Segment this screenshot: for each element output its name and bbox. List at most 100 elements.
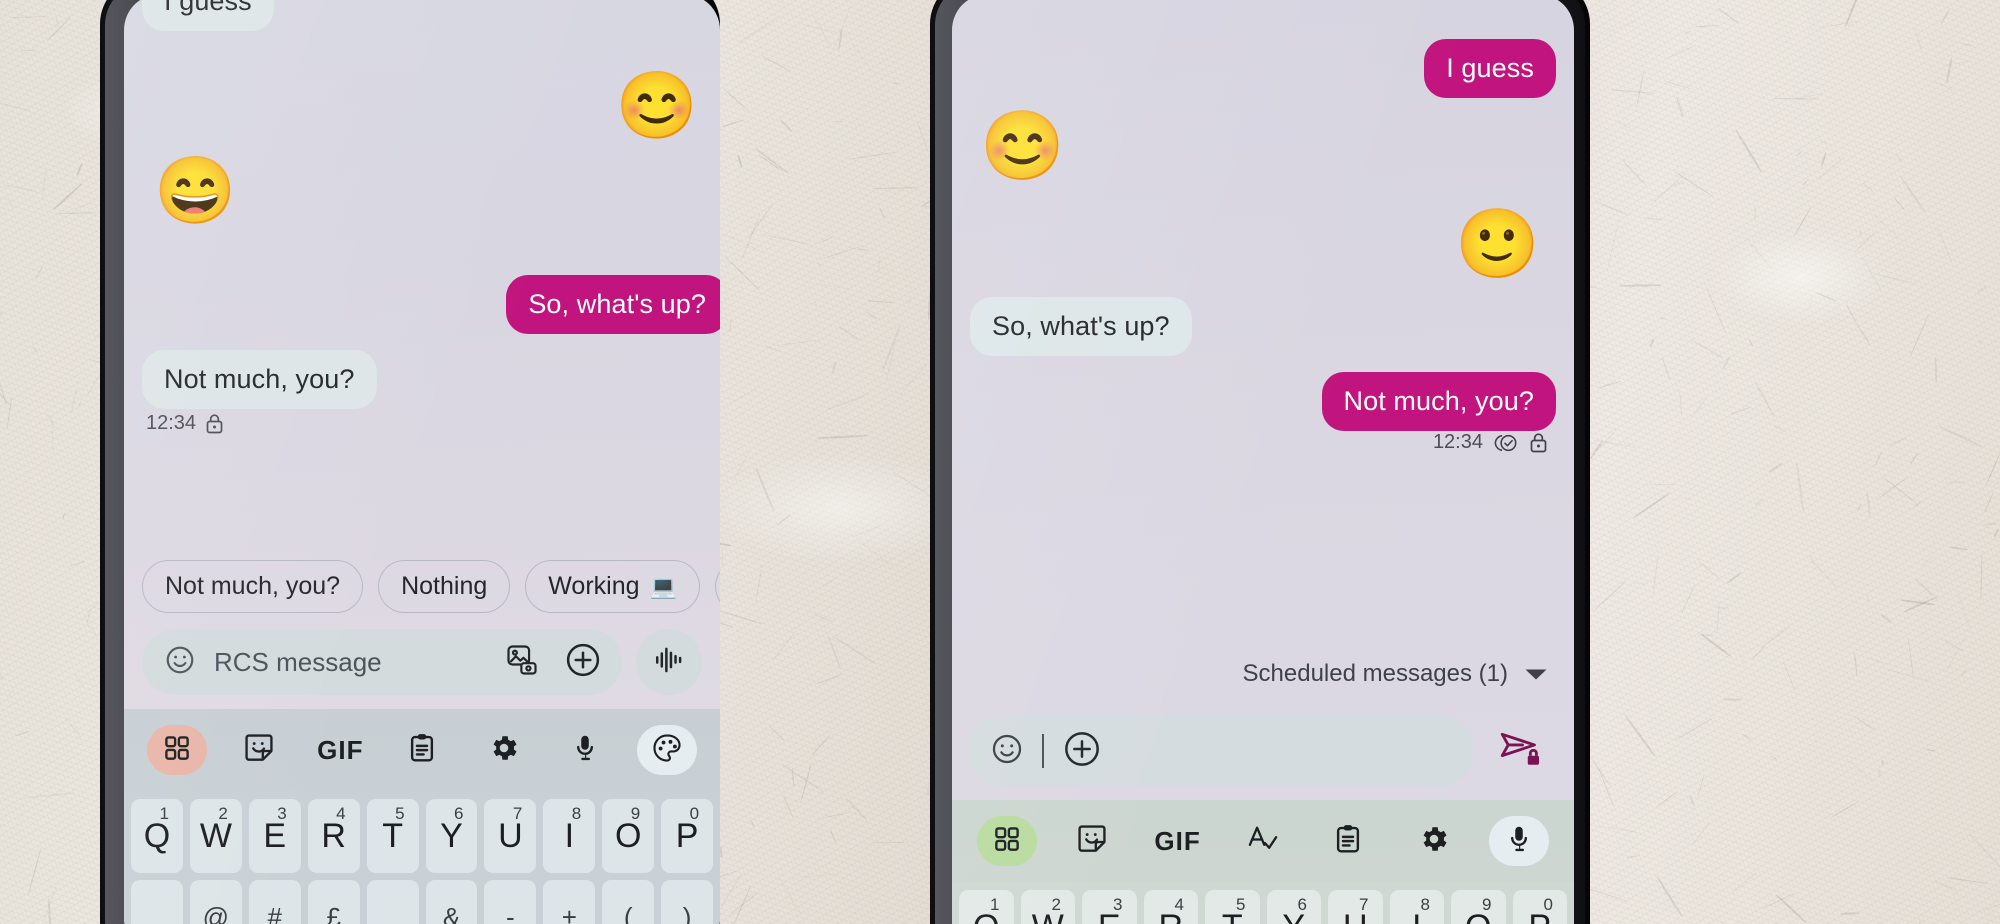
chevron-down-icon[interactable] bbox=[1524, 660, 1548, 688]
sticker-icon bbox=[242, 731, 276, 770]
toolbar-clipboard[interactable] bbox=[1306, 823, 1391, 860]
message-input-field[interactable]: RCS message bbox=[142, 629, 622, 695]
keyboard-key[interactable]: O9 bbox=[602, 799, 655, 873]
message-bubble-outgoing-2[interactable]: Not much, you? bbox=[1321, 372, 1556, 432]
message-emoji-incoming[interactable]: 😄 bbox=[154, 157, 236, 223]
key-letter: # bbox=[267, 901, 282, 924]
keyboard-key[interactable]: R4 bbox=[1143, 890, 1198, 924]
message-input-field[interactable] bbox=[968, 714, 1474, 788]
key-number: 7 bbox=[1359, 895, 1369, 914]
message-bubble-incoming[interactable]: So, what's up? bbox=[970, 297, 1192, 357]
key-number: 8 bbox=[1420, 895, 1430, 914]
keyboard-key[interactable]: W2 bbox=[1020, 890, 1075, 924]
keyboard-key[interactable]: I8 bbox=[1389, 890, 1444, 924]
key-letter: @ bbox=[202, 901, 230, 924]
key-letter: & bbox=[442, 901, 461, 924]
message-emoji-outgoing[interactable]: 😊 bbox=[616, 72, 698, 138]
message-bubble-incoming[interactable]: I guess bbox=[142, 0, 274, 32]
keyboard-key[interactable]: W2 bbox=[189, 799, 242, 873]
key-number: 2 bbox=[1051, 895, 1061, 914]
toolbar-microphone[interactable] bbox=[545, 733, 627, 768]
scheduled-messages-label: Scheduled messages (1) bbox=[1242, 660, 1508, 687]
keyboard-key[interactable]: R4 bbox=[307, 799, 360, 873]
toolbar-microphone[interactable] bbox=[1477, 816, 1562, 866]
toolbar-grid-apps[interactable] bbox=[136, 725, 218, 775]
message-emoji-outgoing[interactable]: 🙂 bbox=[1455, 210, 1540, 278]
message-meta: 12:34 bbox=[146, 412, 224, 435]
gear-icon bbox=[488, 732, 520, 769]
chip-label: Working bbox=[548, 572, 640, 600]
key-number: 6 bbox=[453, 804, 464, 823]
keyboard-key[interactable]: P0 bbox=[1512, 890, 1567, 924]
image-picker-icon[interactable] bbox=[504, 642, 540, 683]
toolbar-settings[interactable] bbox=[463, 732, 545, 769]
keyboard-key[interactable]: P0 bbox=[661, 799, 714, 873]
keyboard-key[interactable]: ) bbox=[661, 880, 714, 924]
smart-reply-chip[interactable]: Fun bbox=[714, 560, 720, 613]
keyboard-key[interactable]: Q1 bbox=[131, 799, 183, 873]
text-cursor bbox=[1042, 734, 1044, 768]
keyboard-key[interactable]: T5 bbox=[366, 799, 419, 873]
double-check-icon bbox=[1492, 432, 1520, 454]
key-number: 6 bbox=[1297, 895, 1307, 914]
smart-reply-chip[interactable]: Not much, you? bbox=[142, 560, 364, 613]
key-number: 5 bbox=[1236, 895, 1246, 914]
message-bubble-outgoing[interactable]: So, what's up? bbox=[506, 275, 720, 335]
microphone-icon bbox=[1504, 824, 1534, 859]
keyboard-key[interactable] bbox=[131, 880, 183, 924]
smart-reply-chip[interactable]: Nothing bbox=[378, 560, 511, 613]
keyboard-key[interactable]: O9 bbox=[1451, 890, 1506, 924]
plus-icon[interactable] bbox=[1062, 729, 1102, 774]
message-timestamp: 12:34 bbox=[146, 412, 197, 434]
smiley-icon[interactable] bbox=[164, 644, 196, 681]
keyboard-key[interactable]: Y6 bbox=[425, 799, 478, 873]
smart-reply-chip[interactable]: Working 💻 bbox=[525, 560, 700, 613]
gif-icon: GIF bbox=[1154, 825, 1201, 856]
key-letter: ) bbox=[682, 901, 692, 924]
smiley-icon[interactable] bbox=[990, 732, 1024, 771]
keyboard-key[interactable]: ( bbox=[602, 880, 655, 924]
key-number: 9 bbox=[1482, 895, 1492, 914]
spellcheck-icon bbox=[1245, 821, 1281, 862]
sticker-icon bbox=[1075, 822, 1109, 861]
toolbar-sticker[interactable] bbox=[1049, 822, 1134, 861]
keyboard-key[interactable]: £ bbox=[307, 880, 360, 924]
right-keyboard-row-1: Q1W2E3R4T5Y6U7I8O9P0 bbox=[952, 882, 1574, 924]
toolbar-gif[interactable]: GIF bbox=[1135, 826, 1220, 857]
scheduled-messages-row[interactable]: Scheduled messages (1) bbox=[952, 660, 1574, 714]
keyboard-key[interactable]: - bbox=[484, 880, 537, 924]
keyboard-key[interactable]: & bbox=[425, 880, 478, 924]
keyboard-key[interactable]: @ bbox=[189, 880, 242, 924]
screenshot-scene: I guess 😊 😄 So, what's up? Not much, you… bbox=[0, 0, 2000, 924]
plus-icon[interactable] bbox=[564, 641, 602, 684]
laptop-icon: 💻 bbox=[649, 573, 677, 599]
toolbar-theme[interactable] bbox=[626, 725, 708, 775]
keyboard-key[interactable]: U7 bbox=[484, 799, 537, 873]
toolbar-gif[interactable]: GIF bbox=[299, 735, 381, 766]
toolbar-settings[interactable] bbox=[1391, 823, 1476, 860]
toolbar-sticker[interactable] bbox=[218, 731, 300, 770]
key-number: 7 bbox=[512, 804, 523, 823]
smart-reply-chips: Not much, you? Nothing Working 💻 Fun bbox=[124, 560, 720, 629]
keyboard-key[interactable]: # bbox=[248, 880, 301, 924]
keyboard-key[interactable]: Q1 bbox=[959, 890, 1014, 924]
right-keyboard-toolbar: GIF bbox=[952, 800, 1574, 882]
send-button[interactable] bbox=[1484, 714, 1558, 788]
keyboard-key[interactable]: E3 bbox=[248, 799, 301, 873]
message-emoji-incoming[interactable]: 😊 bbox=[980, 112, 1065, 180]
keyboard-key[interactable]: T5 bbox=[1205, 890, 1260, 924]
message-bubble-outgoing[interactable]: I guess bbox=[1424, 39, 1556, 99]
toolbar-spellcheck[interactable] bbox=[1220, 821, 1305, 862]
voice-waveform-button[interactable] bbox=[636, 629, 702, 695]
keyboard-key[interactable]: E3 bbox=[1082, 890, 1137, 924]
keyboard-key[interactable] bbox=[366, 880, 419, 924]
keyboard-key[interactable]: + bbox=[543, 880, 596, 924]
keyboard-key[interactable]: U7 bbox=[1328, 890, 1383, 924]
keyboard-key[interactable]: Y6 bbox=[1266, 890, 1321, 924]
toolbar-clipboard[interactable] bbox=[381, 732, 463, 769]
clipboard-icon bbox=[406, 732, 438, 769]
message-bubble-incoming-2[interactable]: Not much, you? bbox=[142, 350, 377, 410]
keyboard-key[interactable]: I8 bbox=[543, 799, 596, 873]
toolbar-grid-apps[interactable] bbox=[964, 816, 1049, 866]
chip-label: Not much, you? bbox=[165, 572, 341, 600]
